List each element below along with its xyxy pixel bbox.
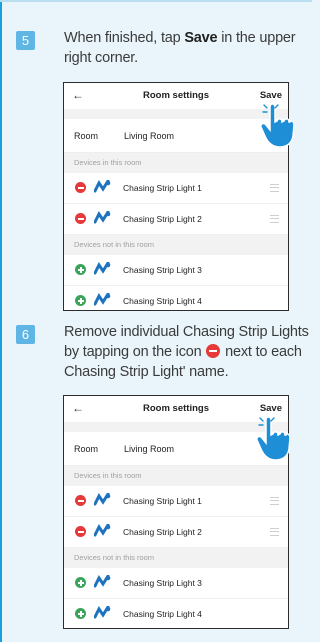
- remove-device-icon[interactable]: [75, 213, 86, 224]
- remove-device-icon[interactable]: [75, 182, 86, 193]
- instruction-text: When finished, tap: [64, 30, 185, 46]
- strip-light-icon: [94, 293, 111, 306]
- strip-light-icon: [94, 575, 111, 588]
- screen-title: Room settings: [143, 403, 209, 414]
- step-number-badge: 5: [16, 31, 35, 50]
- add-device-icon[interactable]: [75, 608, 86, 619]
- remove-device-icon[interactable]: [75, 495, 86, 506]
- device-name: Chasing Strip Light 3: [123, 265, 202, 275]
- device-name: Chasing Strip Light 1: [123, 496, 202, 506]
- device-name: Chasing Strip Light 4: [123, 296, 202, 306]
- remove-icon: [206, 344, 221, 358]
- strip-light-icon: [94, 211, 111, 224]
- room-value: Living Room: [124, 131, 175, 141]
- app-header: ← Room settings Save: [64, 83, 288, 109]
- page-top-border: [0, 0, 312, 2]
- room-name-row[interactable]: Room Living Room: [64, 432, 288, 466]
- room-name-row[interactable]: Room Living Room: [64, 119, 288, 153]
- device-name: Chasing Strip Light 3: [123, 578, 202, 588]
- drag-handle-icon[interactable]: [270, 528, 279, 536]
- room-label: Room: [74, 131, 99, 141]
- device-name: Chasing Strip Light 2: [123, 214, 202, 224]
- device-row: Chasing Strip Light 2: [64, 204, 288, 235]
- device-row: Chasing Strip Light 1: [64, 173, 288, 204]
- strip-light-icon: [94, 606, 111, 619]
- device-row: Chasing Strip Light 2: [64, 517, 288, 548]
- tapping-hand-icon: [260, 103, 294, 148]
- step-instruction: When finished, tap Save in the upper rig…: [64, 28, 312, 68]
- drag-handle-icon[interactable]: [270, 215, 279, 223]
- phone-screen-room-settings: ← Room settings Save Room Living Room De…: [63, 82, 289, 311]
- remove-device-icon[interactable]: [75, 526, 86, 537]
- step-instruction: Remove individual Chasing Strip Lights b…: [64, 322, 312, 382]
- drag-handle-icon[interactable]: [270, 497, 279, 505]
- device-name: Chasing Strip Light 1: [123, 183, 202, 193]
- section-header-devices-in-room: Devices in this room: [64, 153, 288, 173]
- device-name: Chasing Strip Light 2: [123, 527, 202, 537]
- screen-title: Room settings: [143, 90, 209, 101]
- spacer: [64, 422, 288, 432]
- room-value: Living Room: [124, 444, 175, 454]
- room-label: Room: [74, 444, 99, 454]
- strip-light-icon: [94, 180, 111, 193]
- device-row: Chasing Strip Light 3: [64, 568, 288, 599]
- step-number-badge: 6: [16, 325, 35, 344]
- strip-light-icon: [94, 524, 111, 537]
- add-device-icon[interactable]: [75, 295, 86, 306]
- strip-light-icon: [94, 493, 111, 506]
- device-row: Chasing Strip Light 1: [64, 486, 288, 517]
- device-row: Chasing Strip Light 3: [64, 255, 288, 286]
- instruction-bold-save: Save: [184, 30, 218, 46]
- section-header-devices-in-room: Devices in this room: [64, 466, 288, 486]
- section-header-devices-not-in-room: Devices not in this room: [64, 548, 288, 568]
- add-device-icon[interactable]: [75, 577, 86, 588]
- add-device-icon[interactable]: [75, 264, 86, 275]
- page-left-border: [0, 0, 2, 642]
- device-row: Chasing Strip Light 4: [64, 599, 288, 628]
- device-name: Chasing Strip Light 4: [123, 609, 202, 619]
- tapping-hand-icon: [256, 416, 290, 461]
- app-header: ← Room settings Save: [64, 396, 288, 422]
- device-row: Chasing Strip Light 4: [64, 286, 288, 310]
- strip-light-icon: [94, 262, 111, 275]
- drag-handle-icon[interactable]: [270, 184, 279, 192]
- spacer: [64, 109, 288, 119]
- section-header-devices-not-in-room: Devices not in this room: [64, 235, 288, 255]
